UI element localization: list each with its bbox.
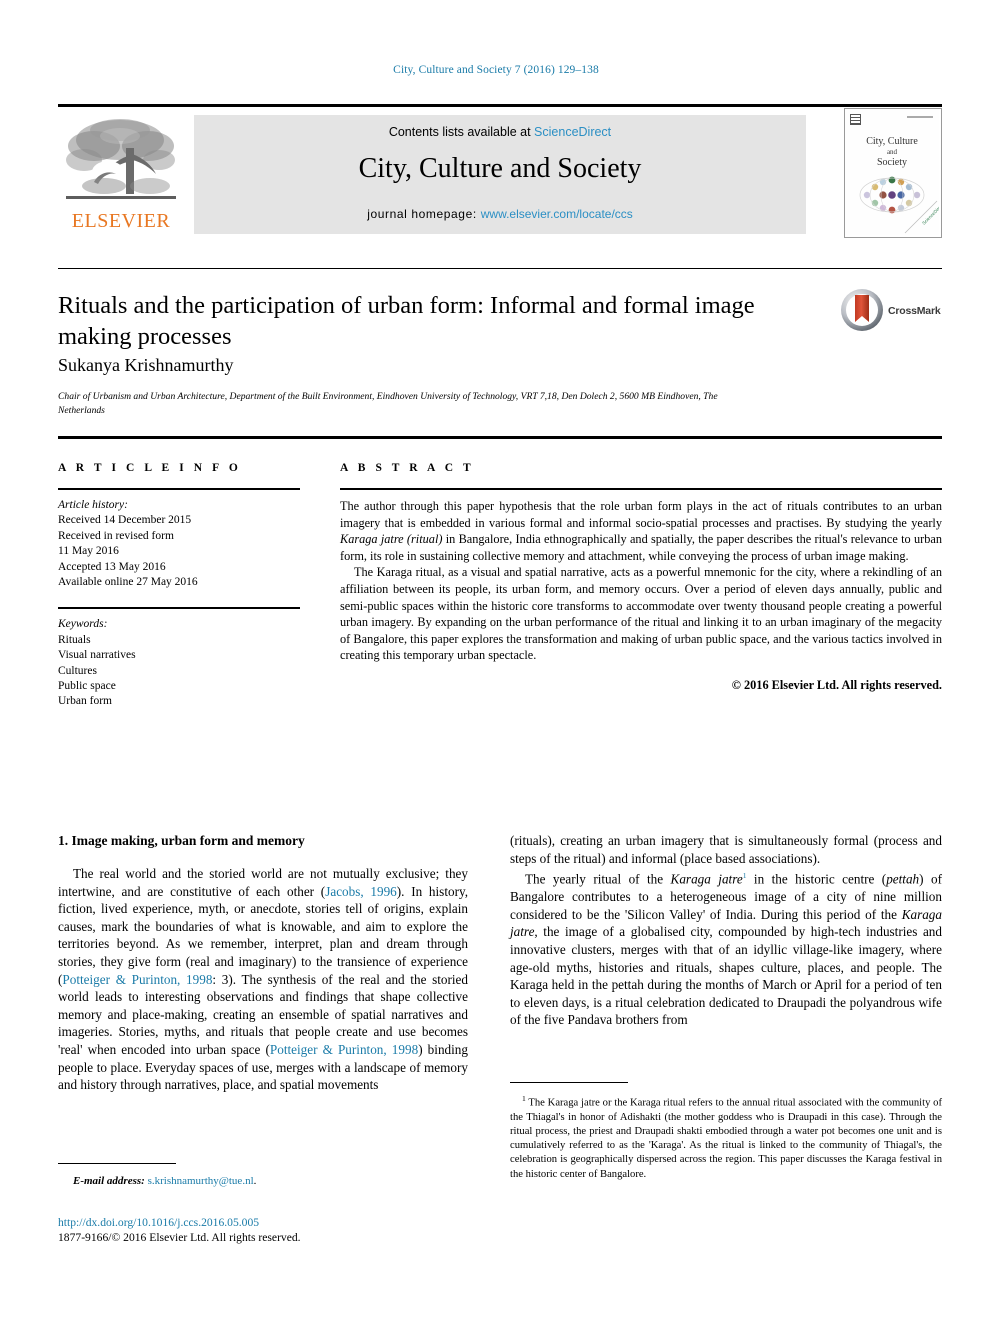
article-info-column: A R T I C L E I N F O Article history: R… <box>58 462 300 710</box>
elsevier-tree-icon <box>64 116 178 208</box>
issn-copyright-line: 1877-9166/© 2016 Elsevier Ltd. All right… <box>58 1231 301 1244</box>
article-history-item: Accepted 13 May 2016 <box>58 560 166 573</box>
email-address-line: E-mail address: s.krishnamurthy@tue.nl. <box>73 1175 257 1187</box>
br-italic-karaga-1: Karaga jatre <box>670 871 743 887</box>
citation-jacobs-1996[interactable]: Jacobs, 1996 <box>325 884 397 899</box>
journal-cover-thumbnail: City, Culture and Society ScienceDirect <box>844 108 942 238</box>
crossmark-icon <box>840 288 884 332</box>
abstract-paragraph-2: The Karaga ritual, as a visual and spati… <box>340 565 942 663</box>
elsevier-wordmark: ELSEVIER <box>71 210 171 232</box>
svg-text:Society: Society <box>877 157 907 168</box>
keyword-item: Urban form <box>58 695 112 708</box>
svg-text:and: and <box>887 148 898 156</box>
journal-masthead: ELSEVIER Contents lists available at Sci… <box>58 104 942 238</box>
body-column-left: 1. Image making, urban form and memory T… <box>58 832 468 1094</box>
abstract-paragraph-1: The author through this paper hypothesis… <box>340 498 942 564</box>
citation-potteiger-purinton-1998-b[interactable]: Potteiger & Purinton, 1998 <box>270 1042 418 1057</box>
br-text-d: , the image of a globalised city, compou… <box>510 924 942 1028</box>
footnote-rule-right <box>510 1082 628 1083</box>
contents-available-line: Contents lists available at ScienceDirec… <box>194 125 806 139</box>
footnote-body: The Karaga jatre or the Karaga ritual re… <box>510 1097 942 1180</box>
keywords-hairline <box>58 607 300 610</box>
article-history-item: 11 May 2016 <box>58 545 119 558</box>
keyword-item: Visual narratives <box>58 649 136 662</box>
footnote-1-text: 1 The Karaga jatre or the Karaga ritual … <box>510 1092 942 1182</box>
footnote-email-block: E-mail address: s.krishnamurthy@tue.nl. <box>58 1163 468 1187</box>
body-paragraph-right-1: (rituals), creating an urban imagery tha… <box>510 833 942 866</box>
br-italic-pettah: pettah <box>886 871 920 887</box>
abstract-column: A B S T R A C T The author through this … <box>340 462 942 693</box>
article-info-heading: A R T I C L E I N F O <box>58 462 242 474</box>
journal-title: City, Culture and Society <box>358 153 642 184</box>
running-head: City, Culture and Society 7 (2016) 129–1… <box>393 64 599 76</box>
keyword-item: Rituals <box>58 633 91 646</box>
section-heading-1: 1. Image making, urban form and memory <box>58 833 305 848</box>
keywords-label: Keywords: <box>58 618 108 631</box>
email-link[interactable]: s.krishnamurthy@tue.nl <box>148 1175 254 1187</box>
author-name: Sukanya Krishnamurthy <box>58 355 234 375</box>
contents-prefix: Contents lists available at <box>388 125 535 139</box>
abstract-hairline <box>340 488 942 490</box>
abstract-p1-italic: Karaga jatre (ritual) <box>340 532 443 547</box>
body-paragraph-right-2: The yearly ritual of the Karaga jatre1 i… <box>510 867 942 1029</box>
email-label: E-mail address: <box>73 1175 145 1187</box>
keyword-item: Public space <box>58 680 116 693</box>
svg-text:City, Culture: City, Culture <box>866 136 918 147</box>
keyword-item: Cultures <box>58 664 97 677</box>
footnote-number: 1 <box>522 1094 526 1103</box>
paper-page: City, Culture and Society 7 (2016) 129–1… <box>0 0 992 1323</box>
author-affiliation: Chair of Urbanism and Urban Architecture… <box>58 391 718 416</box>
body-paragraph-left-1: The real world and the storied world are… <box>58 865 468 1094</box>
abstract-heading: A B S T R A C T <box>340 462 475 474</box>
masthead-top-rule <box>58 104 942 107</box>
journal-banner: Contents lists available at ScienceDirec… <box>194 115 806 234</box>
abstract-copyright: © 2016 Elsevier Ltd. All rights reserved… <box>731 677 942 692</box>
article-history-label: Article history: <box>58 499 128 511</box>
footer-doi-block: http://dx.doi.org/10.1016/j.ccs.2016.05.… <box>58 1216 478 1244</box>
homepage-label: journal homepage: <box>367 207 481 221</box>
doi-link[interactable]: http://dx.doi.org/10.1016/j.ccs.2016.05.… <box>58 1216 478 1229</box>
footnote-note-block: 1 The Karaga jatre or the Karaga ritual … <box>510 1082 942 1182</box>
page-title: Rituals and the participation of urban f… <box>58 292 755 350</box>
homepage-url-link[interactable]: www.elsevier.com/locate/ccs <box>481 207 633 221</box>
article-info-hairline <box>58 488 300 490</box>
footnote-rule-left <box>58 1163 176 1164</box>
br-text-a: The yearly ritual of the <box>525 871 671 887</box>
body-column-right: (rituals), creating an urban imagery tha… <box>510 832 942 1029</box>
br-text-b: in the historic centre ( <box>746 871 887 887</box>
title-separator-rule <box>58 268 942 269</box>
abstract-separator-rule <box>58 436 942 439</box>
crossmark-badge[interactable]: CrossMark <box>840 288 944 334</box>
sciencedirect-link[interactable]: ScienceDirect <box>534 125 611 139</box>
article-history-item: Received 14 December 2015 <box>58 514 192 527</box>
citation-potteiger-purinton-1998[interactable]: Potteiger & Purinton, 1998 <box>62 972 212 987</box>
abstract-p1-text-a: The author through this paper hypothesis… <box>340 499 942 530</box>
article-history-item: Available online 27 May 2016 <box>58 576 198 589</box>
article-history-item: Received in revised form <box>58 529 174 542</box>
journal-homepage-line: journal homepage: www.elsevier.com/locat… <box>194 207 806 221</box>
crossmark-label: CrossMark <box>888 305 941 317</box>
elsevier-logo: ELSEVIER <box>58 114 184 234</box>
